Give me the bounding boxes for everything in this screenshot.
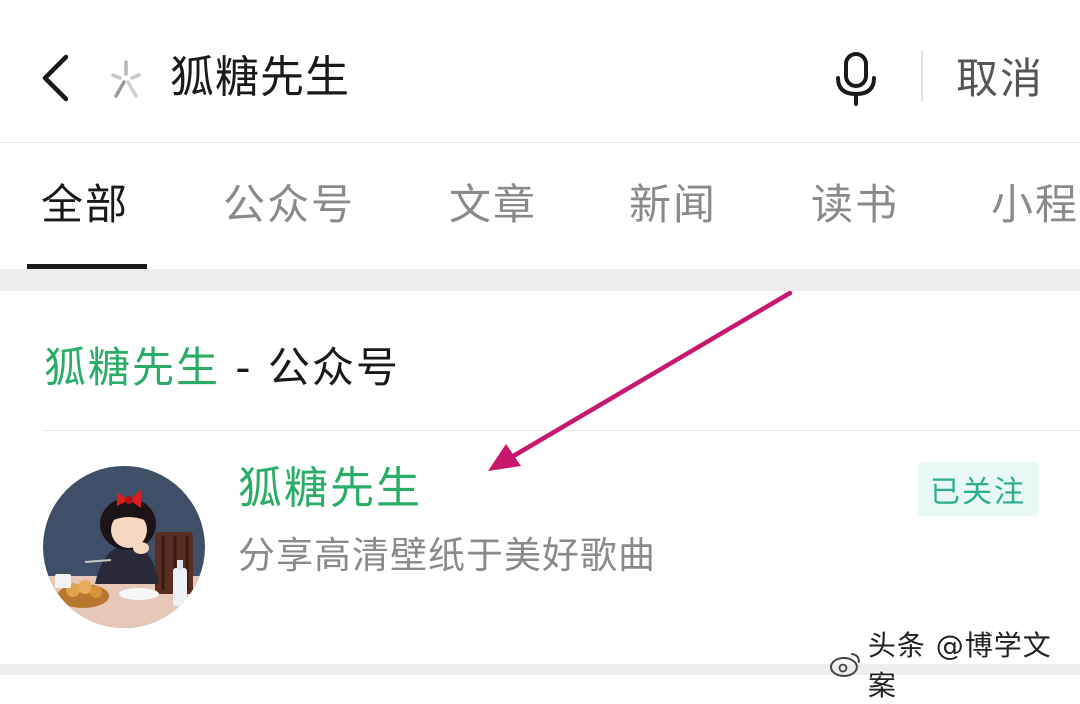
watermark: 头条 @博学文案: [830, 624, 1080, 704]
tab-all[interactable]: 全部: [41, 177, 129, 233]
tab-news[interactable]: 新闻: [629, 177, 717, 233]
account-name[interactable]: 狐糖先生: [238, 460, 422, 518]
toolbar-divider: [921, 50, 923, 102]
back-button[interactable]: [30, 50, 80, 106]
search-input[interactable]: 狐糖先生: [170, 50, 350, 106]
tab-official-accounts[interactable]: 公众号: [223, 177, 355, 233]
cancel-button[interactable]: 取消: [956, 52, 1044, 106]
watermark-text: 头条 @博学文案: [867, 629, 1052, 702]
avatar-illustration: [43, 466, 205, 628]
section-separator: [0, 269, 1080, 291]
section-title-suffix: - 公众号: [235, 343, 400, 392]
search-bar: 狐糖先生 取消: [0, 0, 1080, 143]
section-title[interactable]: 狐糖先生 - 公众号: [44, 340, 400, 396]
followed-badge[interactable]: 已关注: [918, 462, 1038, 516]
account-description: 分享高清壁纸于美好歌曲: [238, 534, 656, 577]
search-sparkle-icon: [111, 60, 141, 98]
category-tabs: 全部 公众号 文章 新闻 读书 小程: [0, 143, 1080, 269]
avatar[interactable]: [43, 466, 205, 628]
microphone-icon[interactable]: [832, 50, 880, 108]
tab-books[interactable]: 读书: [811, 177, 899, 233]
divider: [42, 430, 1080, 431]
section-title-name: 狐糖先生: [44, 343, 221, 392]
tab-articles[interactable]: 文章: [449, 177, 537, 233]
back-arrow-icon: [42, 54, 69, 102]
weibo-icon: [830, 653, 860, 677]
tab-mini-programs[interactable]: 小程: [991, 177, 1079, 233]
